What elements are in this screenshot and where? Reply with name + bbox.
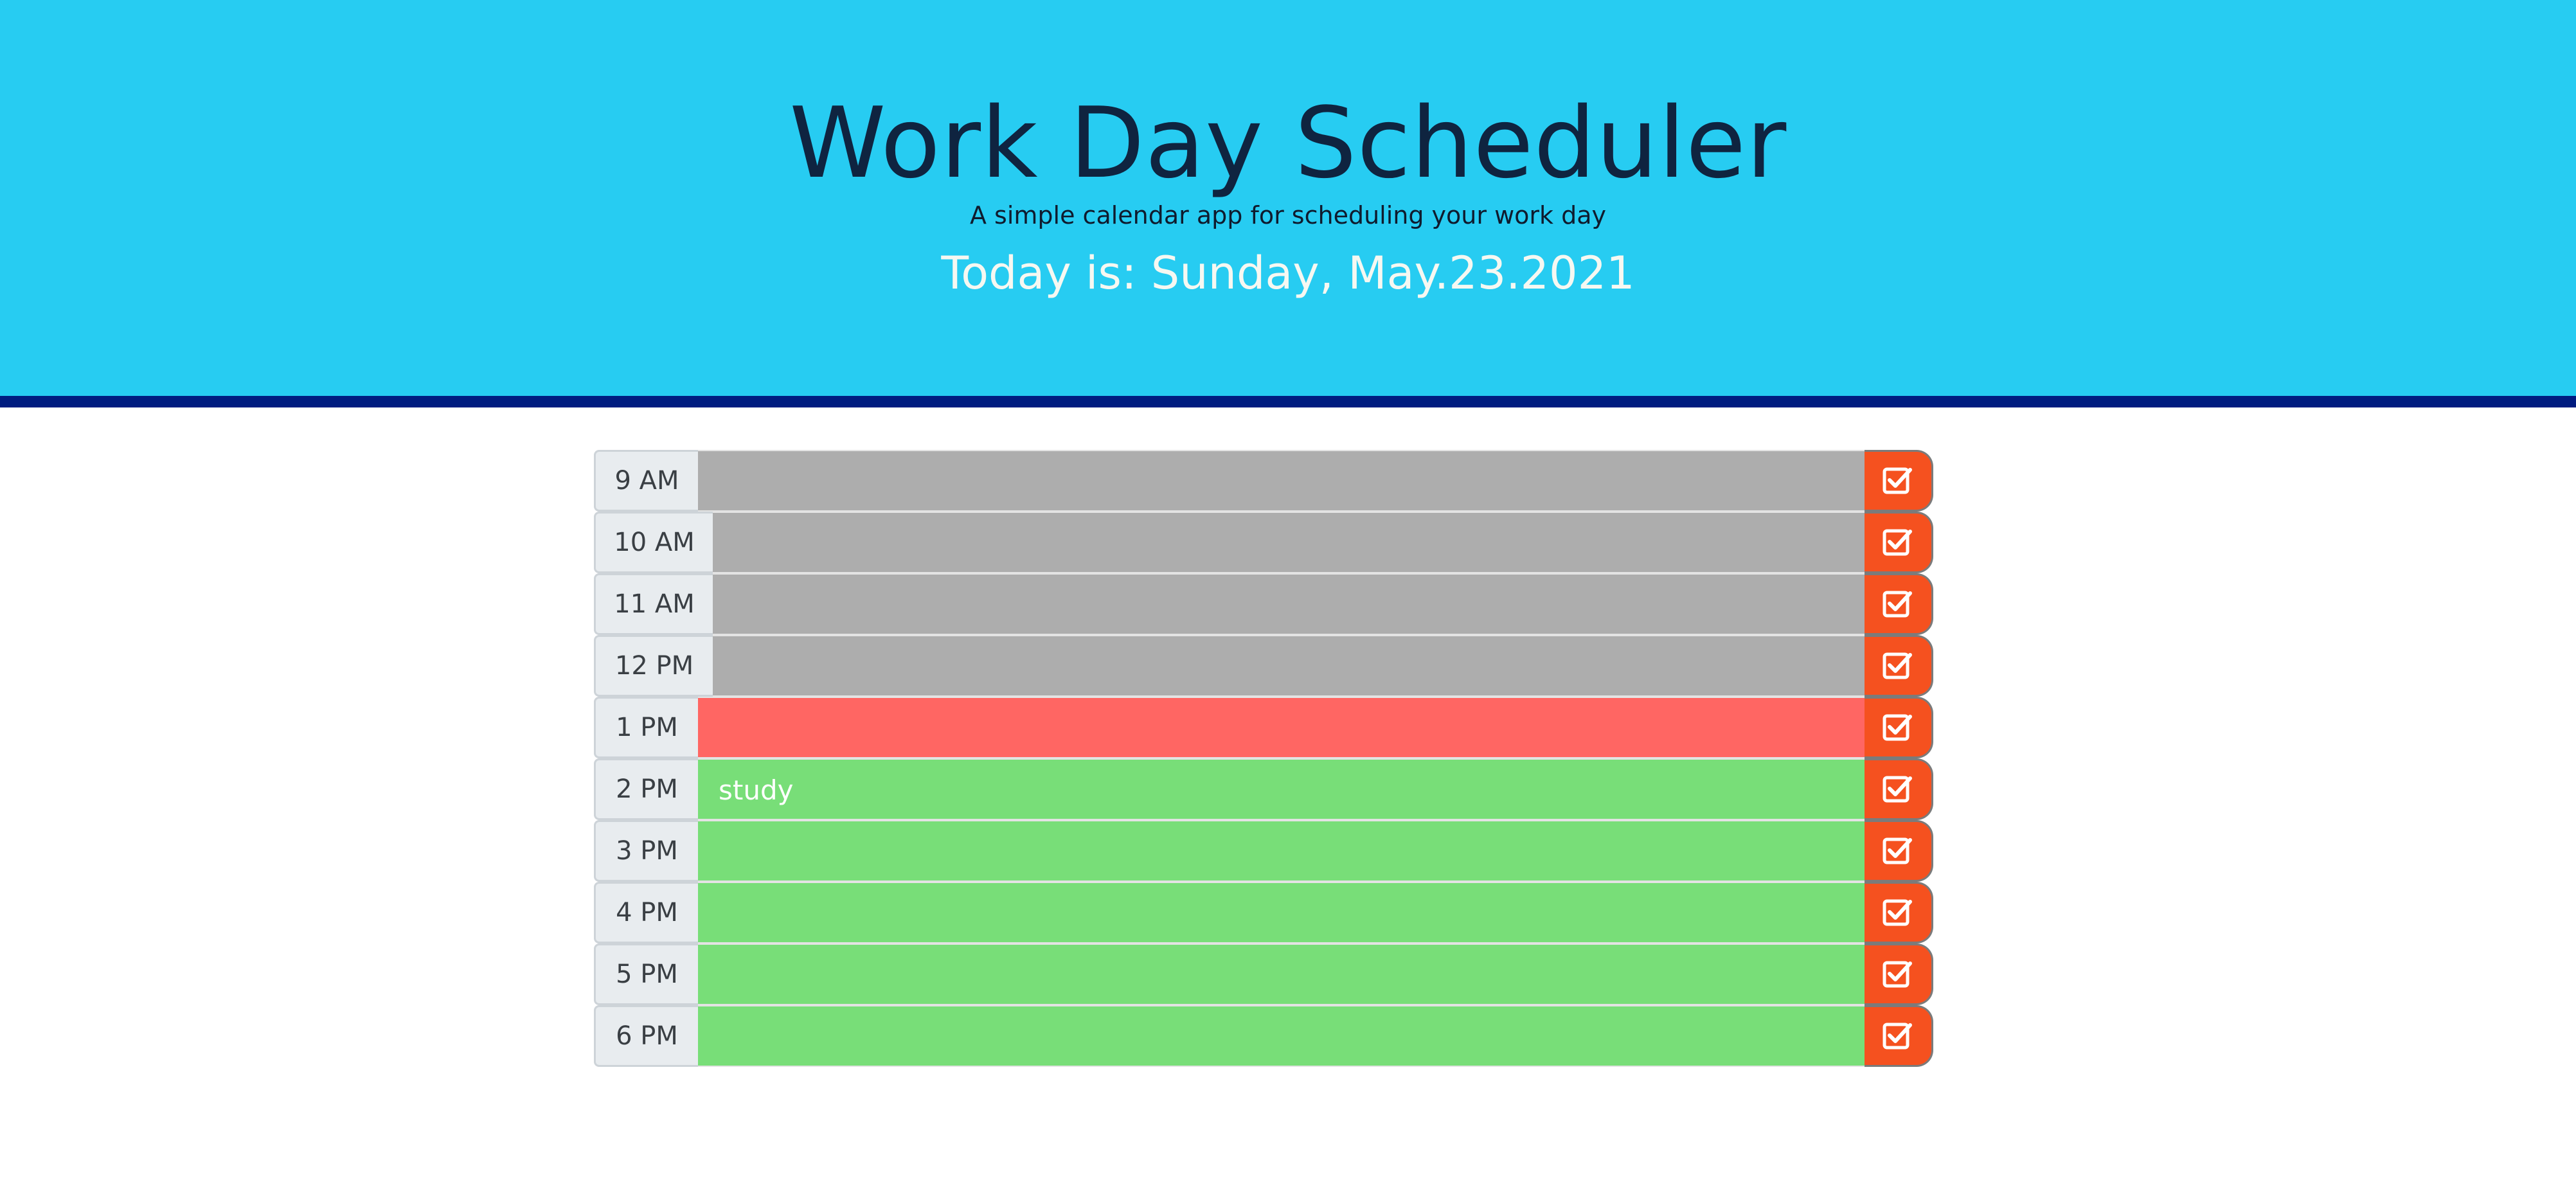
hour-label: 2 PM (594, 758, 698, 820)
check-square-icon (1883, 899, 1912, 926)
check-square-icon (1883, 467, 1912, 494)
save-button[interactable] (1865, 512, 1933, 573)
save-button[interactable] (1865, 943, 1933, 1005)
check-square-icon (1883, 529, 1912, 556)
event-input[interactable] (698, 943, 1865, 1005)
time-block-row: 5 PM (594, 943, 1982, 1005)
hour-label: 4 PM (594, 882, 698, 943)
event-input[interactable] (698, 697, 1865, 758)
hour-label: 5 PM (594, 943, 698, 1005)
time-block-row: 3 PM (594, 820, 1982, 882)
hour-label: 9 AM (594, 450, 698, 512)
save-button[interactable] (1865, 450, 1933, 512)
event-input[interactable] (698, 1005, 1865, 1067)
check-square-icon (1883, 714, 1912, 741)
event-input[interactable] (698, 882, 1865, 943)
hour-label: 11 AM (594, 573, 713, 635)
page-subtitle: A simple calendar app for scheduling you… (969, 201, 1607, 229)
hour-label: 1 PM (594, 697, 698, 758)
check-square-icon (1883, 776, 1912, 803)
save-button[interactable] (1865, 573, 1933, 635)
save-button[interactable] (1865, 697, 1933, 758)
event-input[interactable] (698, 450, 1865, 512)
check-square-icon (1883, 1023, 1912, 1050)
check-square-icon (1883, 591, 1912, 618)
time-block-row: 10 AM (594, 512, 1982, 573)
save-button[interactable] (1865, 635, 1933, 697)
time-block-row: 2 PM study (594, 758, 1982, 820)
current-date: Today is: Sunday, May.23.2021 (941, 247, 1635, 299)
time-block-row: 6 PM (594, 1005, 1982, 1067)
hour-label: 10 AM (594, 512, 713, 573)
event-input[interactable] (713, 573, 1865, 635)
check-square-icon (1883, 837, 1912, 864)
save-button[interactable] (1865, 758, 1933, 820)
save-button[interactable] (1865, 1005, 1933, 1067)
time-block-row: 1 PM (594, 697, 1982, 758)
check-square-icon (1883, 961, 1912, 988)
page-title: Work Day Scheduler (789, 86, 1787, 200)
event-input[interactable] (713, 635, 1865, 697)
time-block-row: 12 PM (594, 635, 1982, 697)
time-block-row: 4 PM (594, 882, 1982, 943)
hour-label: 3 PM (594, 820, 698, 882)
time-block-row: 11 AM (594, 573, 1982, 635)
event-input[interactable] (713, 512, 1865, 573)
header-banner: Work Day Scheduler A simple calendar app… (0, 0, 2576, 407)
time-block-row: 9 AM (594, 450, 1982, 512)
check-square-icon (1883, 652, 1912, 679)
event-input[interactable]: study (698, 758, 1865, 820)
save-button[interactable] (1865, 882, 1933, 943)
save-button[interactable] (1865, 820, 1933, 882)
hour-label: 12 PM (594, 635, 713, 697)
hour-label: 6 PM (594, 1005, 698, 1067)
event-input[interactable] (698, 820, 1865, 882)
scheduler: 9 AM 10 AM 11 AM 12 PM 1 PM 2 PM study 3… (594, 450, 1982, 1067)
